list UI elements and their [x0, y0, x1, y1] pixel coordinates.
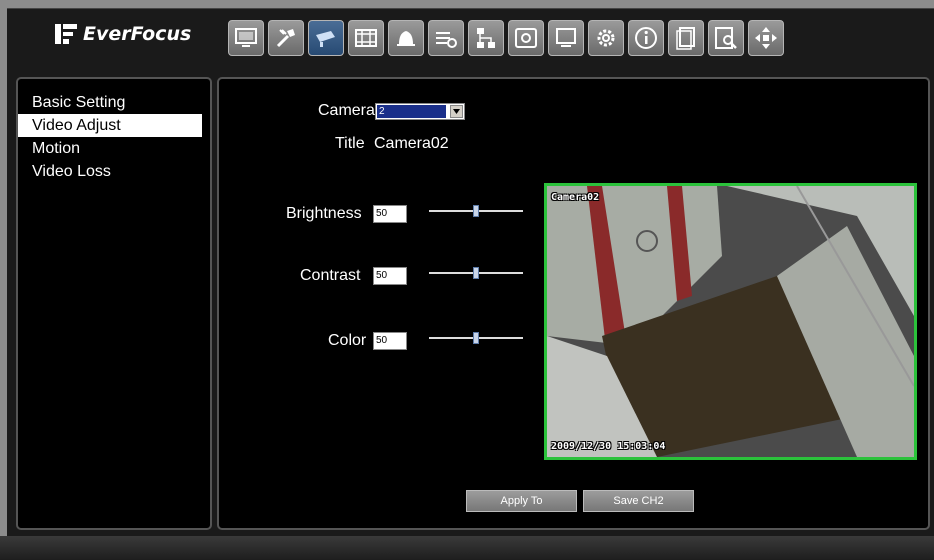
title-label: Title: [335, 135, 365, 152]
settings-sidebar: Basic Setting Video Adjust Motion Video …: [16, 77, 212, 530]
camera-title-value: Camera02: [374, 135, 449, 152]
display-icon[interactable]: [548, 20, 584, 56]
camera-select-value: 2: [377, 105, 446, 118]
camera-label: Camera: [318, 102, 375, 119]
gear-icon[interactable]: [588, 20, 624, 56]
film-icon[interactable]: [348, 20, 384, 56]
contrast-field[interactable]: 50: [373, 267, 407, 285]
color-slider[interactable]: [429, 332, 523, 344]
sidebar-item-motion[interactable]: Motion: [18, 137, 202, 160]
osd-camera-name: Camera02: [551, 192, 600, 203]
apply-to-button[interactable]: Apply To: [466, 490, 577, 512]
log-icon[interactable]: [668, 20, 704, 56]
brightness-label: Brightness: [286, 205, 362, 222]
alarm-bell-icon[interactable]: [388, 20, 424, 56]
osd-timestamp: 2009/12/30 15:03:04: [551, 441, 666, 452]
save-channel-button[interactable]: Save CH2: [583, 490, 694, 512]
brightness-field[interactable]: 50: [373, 205, 407, 223]
info-icon[interactable]: [628, 20, 664, 56]
contrast-slider[interactable]: [429, 267, 523, 279]
slider-thumb[interactable]: [473, 205, 479, 217]
slider-thumb[interactable]: [473, 267, 479, 279]
search-icon[interactable]: [708, 20, 744, 56]
schedule-icon[interactable]: [428, 20, 464, 56]
camera-icon[interactable]: [308, 20, 344, 56]
network-icon[interactable]: [468, 20, 504, 56]
bottom-bar: [0, 536, 934, 560]
sidebar-item-video-adjust[interactable]: Video Adjust: [18, 114, 202, 137]
camera-preview: Camera02 2009/12/30 15:03:04: [544, 183, 917, 460]
camera-feed-image: [547, 186, 914, 457]
color-field[interactable]: 50: [373, 332, 407, 350]
ptz-icon[interactable]: [748, 20, 784, 56]
backup-disk-icon[interactable]: [508, 20, 544, 56]
sidebar-item-video-loss[interactable]: Video Loss: [18, 160, 202, 183]
color-label: Color: [328, 332, 367, 349]
monitor-icon[interactable]: [228, 20, 264, 56]
tools-icon[interactable]: [268, 20, 304, 56]
brightness-slider[interactable]: [429, 205, 523, 217]
slider-thumb[interactable]: [473, 332, 479, 344]
sidebar-item-basic-setting[interactable]: Basic Setting: [18, 91, 202, 114]
brand-logo: EverFocus: [55, 23, 191, 45]
main-toolbar: [228, 20, 784, 56]
ef-logo-icon: [55, 24, 77, 44]
camera-select[interactable]: 2: [375, 103, 465, 120]
chevron-down-icon[interactable]: [450, 105, 463, 118]
brand-name: EverFocus: [83, 23, 192, 45]
contrast-label: Contrast: [300, 267, 361, 284]
